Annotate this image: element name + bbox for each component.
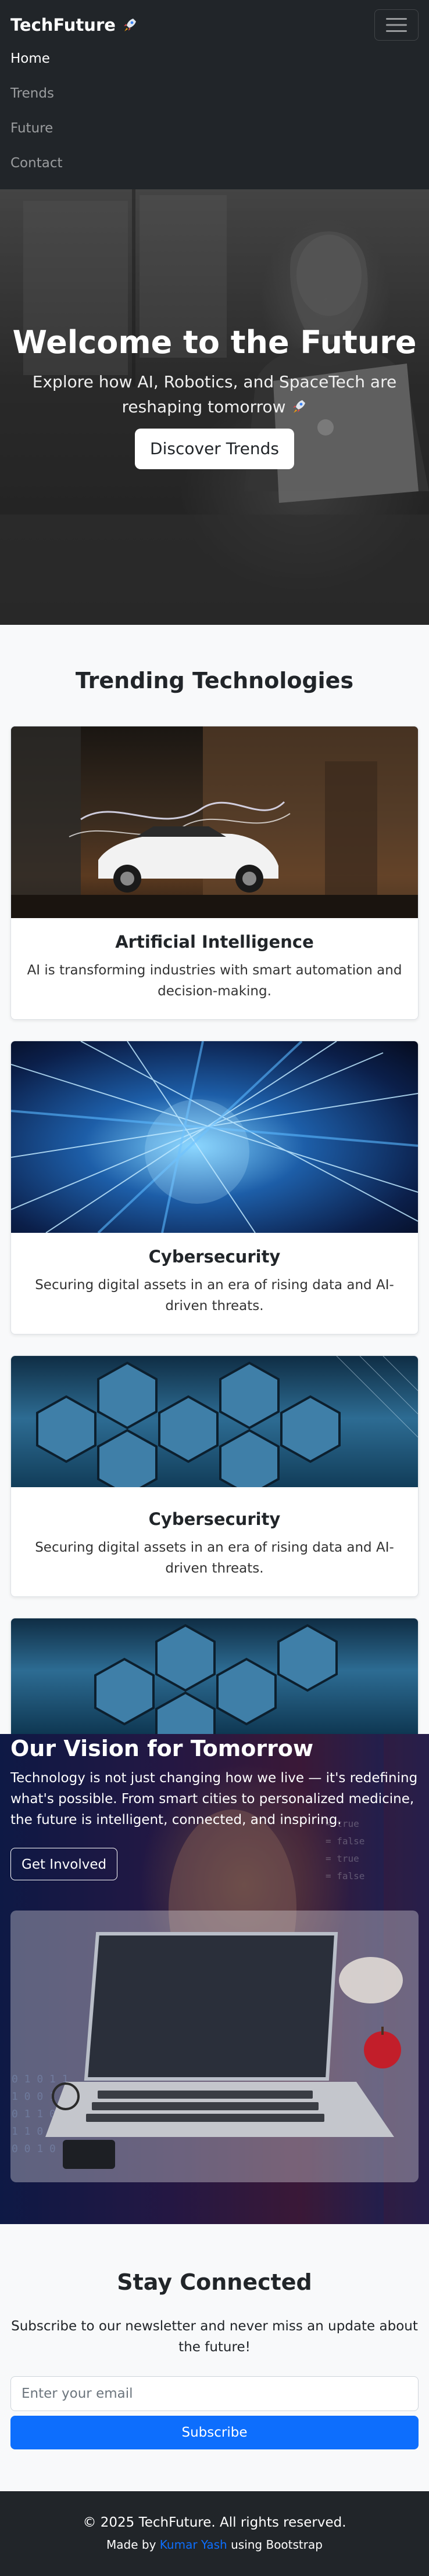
footer-copyright: © 2025 TechFuture. All rights reserved.: [83, 2515, 346, 2530]
brand-name: TechFuture: [10, 15, 116, 35]
rocket-icon: [293, 400, 306, 413]
newsletter-section: Stay Connected Subscribe to our newslett…: [0, 2224, 429, 2491]
nav-menu: Home Trends Future Contact: [10, 50, 419, 189]
author-link[interactable]: Kumar Yash: [160, 2538, 227, 2552]
tech-card: Cybersecurity Securing digital assets in…: [10, 1355, 419, 1597]
vision-section: 0 1 0 1 1 1 0 0 1 0 0 1 1 0 1 1 1 0 0 1 …: [0, 1734, 429, 2224]
hero-section: Welcome to the Future Explore how AI, Ro…: [0, 189, 429, 625]
card-title: Cybersecurity: [148, 1509, 281, 1529]
vision-image-frame: [10, 1911, 419, 2182]
hero-title: Welcome to the Future: [12, 324, 417, 361]
hero-subtitle-text: Explore how AI, Robotics, and SpaceTech …: [32, 372, 397, 416]
hexagon-card-image: [11, 1618, 418, 1734]
laptop-desk-illustration: [10, 1911, 419, 2182]
rocket-icon: [123, 19, 136, 31]
hexagon-card-image: [11, 1356, 418, 1495]
navbar: TechFuture Home Trends Future Contact: [0, 0, 429, 189]
light-streaks-illustration: [11, 1041, 418, 1233]
ai-card-image: [11, 726, 418, 918]
car-photo-illustration: [11, 726, 418, 918]
card-body: Cybersecurity Securing digital assets in…: [11, 1233, 418, 1334]
tech-card: Cybersecurity Securing digital assets in…: [10, 1041, 419, 1334]
hexagon-mirrors-illustration: [11, 1356, 418, 1495]
subscribe-button[interactable]: Subscribe: [10, 2416, 419, 2449]
card-text: Securing digital assets in an era of ris…: [35, 1278, 394, 1314]
nav-link-trends[interactable]: Trends: [10, 85, 419, 120]
vision-text: Technology is not just changing how we l…: [10, 1771, 418, 1827]
tech-card: Artificial Intelligence AI is transformi…: [10, 726, 419, 1020]
card-text: Securing digital assets in an era of ris…: [35, 1540, 394, 1576]
nav-link-home[interactable]: Home: [10, 50, 419, 85]
hero-content: Welcome to the Future Explore how AI, Ro…: [0, 324, 429, 469]
hexagon-mirrors-illustration: [94, 1624, 338, 1734]
card-text: AI is transforming industries with smart…: [27, 963, 402, 999]
hero-subtitle: Explore how AI, Robotics, and SpaceTech …: [10, 369, 419, 419]
vision-content: Our Vision for Tomorrow Technology is no…: [0, 1734, 429, 1880]
footer: © 2025 TechFuture. All rights reserved. …: [0, 2491, 429, 2576]
nav-link-future[interactable]: Future: [10, 120, 419, 154]
trending-title: Trending Technologies: [75, 668, 354, 693]
card-body: Artificial Intelligence AI is transformi…: [11, 918, 418, 1019]
vision-title: Our Vision for Tomorrow: [10, 1736, 314, 1761]
footer-credit-prefix: Made by: [106, 2538, 160, 2552]
cybersecurity-card-image: [11, 1041, 418, 1233]
navbar-toggle-button[interactable]: [374, 9, 419, 41]
nav-link-contact[interactable]: Contact: [10, 154, 419, 189]
newsletter-title: Stay Connected: [117, 2269, 312, 2295]
newsletter-text: Subscribe to our newsletter and never mi…: [11, 2319, 418, 2355]
trending-section: Trending Technologies Artificial Intelli…: [0, 625, 429, 1757]
get-involved-button[interactable]: Get Involved: [10, 1848, 118, 1880]
card-title: Cybersecurity: [148, 1247, 281, 1267]
tech-card-partial: [10, 1618, 419, 1734]
footer-credit: Made by Kumar Yash using Bootstrap: [0, 2535, 429, 2554]
email-input[interactable]: [10, 2376, 419, 2411]
footer-credit-suffix: using Bootstrap: [227, 2538, 323, 2552]
discover-trends-button[interactable]: Discover Trends: [135, 429, 294, 469]
navbar-top-row: TechFuture: [10, 0, 419, 50]
brand-link[interactable]: TechFuture: [10, 15, 138, 35]
hamburger-icon: [386, 18, 407, 32]
card-body: Cybersecurity Securing digital assets in…: [11, 1495, 418, 1596]
card-title: Artificial Intelligence: [115, 932, 314, 952]
